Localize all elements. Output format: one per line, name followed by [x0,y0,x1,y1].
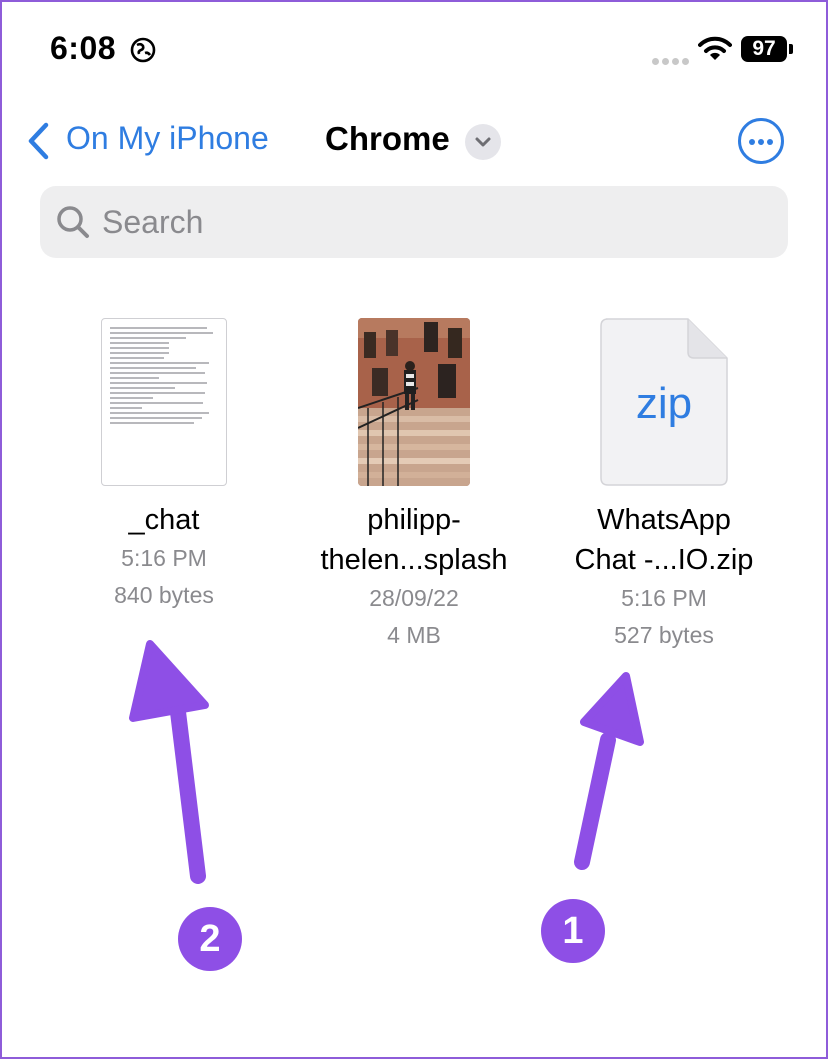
annotation-badge-2: 2 [178,907,242,971]
annotation-badge-1: 1 [541,899,605,963]
annotation-arrows [129,640,644,884]
arrow-to-chat [129,640,209,884]
arrow-to-zip [574,672,644,870]
